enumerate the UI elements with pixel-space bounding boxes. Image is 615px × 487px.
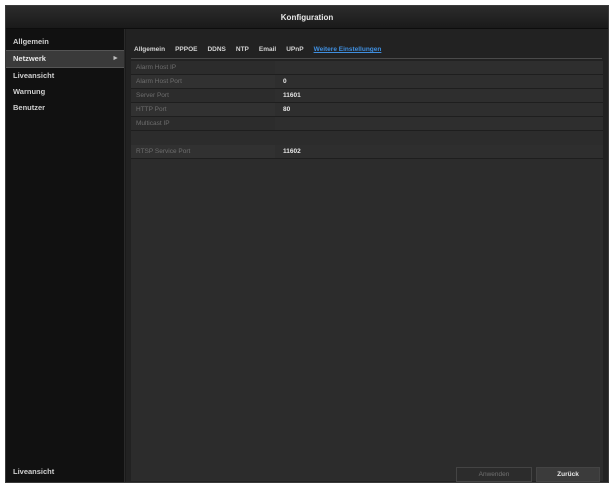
tab-pppoe[interactable]: PPPOE [172, 43, 204, 56]
tab-upnp[interactable]: UPnP [283, 43, 310, 56]
tab-ntp[interactable]: NTP [233, 43, 256, 56]
sidebar-item-label: Benutzer [13, 103, 46, 112]
chevron-right-icon: ► [112, 55, 119, 62]
liveview-button[interactable]: Liveansicht [13, 467, 54, 476]
setting-row-server-port: Server Port 11601 [131, 89, 603, 103]
sidebar-item-label: Liveansicht [13, 71, 55, 80]
sidebar: Allgemein Netzwerk ► Liveansicht Warnung… [6, 29, 125, 482]
sidebar-item-label: Netzwerk [13, 54, 46, 63]
sidebar-item-benutzer[interactable]: Benutzer [6, 100, 124, 116]
setting-row-alarm-host-port: Alarm Host Port 0 [131, 75, 603, 89]
http-port-field[interactable]: 80 [275, 103, 603, 116]
setting-row-alarm-host-ip: Alarm Host IP [131, 61, 603, 75]
setting-row-http-port: HTTP Port 80 [131, 103, 603, 117]
sidebar-item-warnung[interactable]: Warnung [6, 84, 124, 100]
tab-weitere-einstellungen[interactable]: Weitere Einstellungen [311, 43, 389, 56]
back-button[interactable]: Zurück [536, 467, 600, 482]
setting-row-multicast-ip: Multicast IP [131, 117, 603, 131]
sidebar-item-liveansicht[interactable]: Liveansicht [6, 68, 124, 84]
sidebar-item-allgemein[interactable]: Allgemein [6, 34, 124, 50]
tab-ddns[interactable]: DDNS [204, 43, 232, 56]
tab-email[interactable]: Email [256, 43, 283, 56]
tab-bar: Allgemein PPPOE DDNS NTP Email UPnP Weit… [131, 43, 388, 56]
rtsp-service-port-field[interactable]: 11602 [275, 145, 603, 158]
main-content: Allgemein PPPOE DDNS NTP Email UPnP Weit… [126, 29, 608, 482]
alarm-host-ip-field[interactable] [275, 61, 603, 74]
alarm-host-port-field[interactable]: 0 [275, 75, 603, 88]
sidebar-item-label: Warnung [13, 87, 46, 96]
setting-label: RTSP Service Port [136, 148, 191, 155]
sidebar-item-netzwerk[interactable]: Netzwerk ► [6, 50, 124, 68]
setting-label: Alarm Host Port [136, 78, 182, 85]
tab-allgemein[interactable]: Allgemein [131, 43, 172, 56]
setting-label: Multicast IP [136, 120, 170, 127]
setting-row-rtsp-service-port: RTSP Service Port 11602 [131, 145, 603, 159]
window-title: Konfiguration [6, 6, 608, 29]
setting-label: Alarm Host IP [136, 64, 177, 71]
config-window: Konfiguration Allgemein Netzwerk ► Livea… [5, 5, 609, 483]
tab-divider [131, 58, 602, 59]
sidebar-item-label: Allgemein [13, 37, 49, 46]
apply-button[interactable]: Anwenden [456, 467, 532, 482]
setting-label: Server Port [136, 92, 169, 99]
multicast-ip-field[interactable] [275, 117, 603, 130]
server-port-field[interactable]: 11601 [275, 89, 603, 102]
setting-label: HTTP Port [136, 106, 167, 113]
settings-panel: Alarm Host IP Alarm Host Port 0 Server P… [131, 61, 603, 481]
